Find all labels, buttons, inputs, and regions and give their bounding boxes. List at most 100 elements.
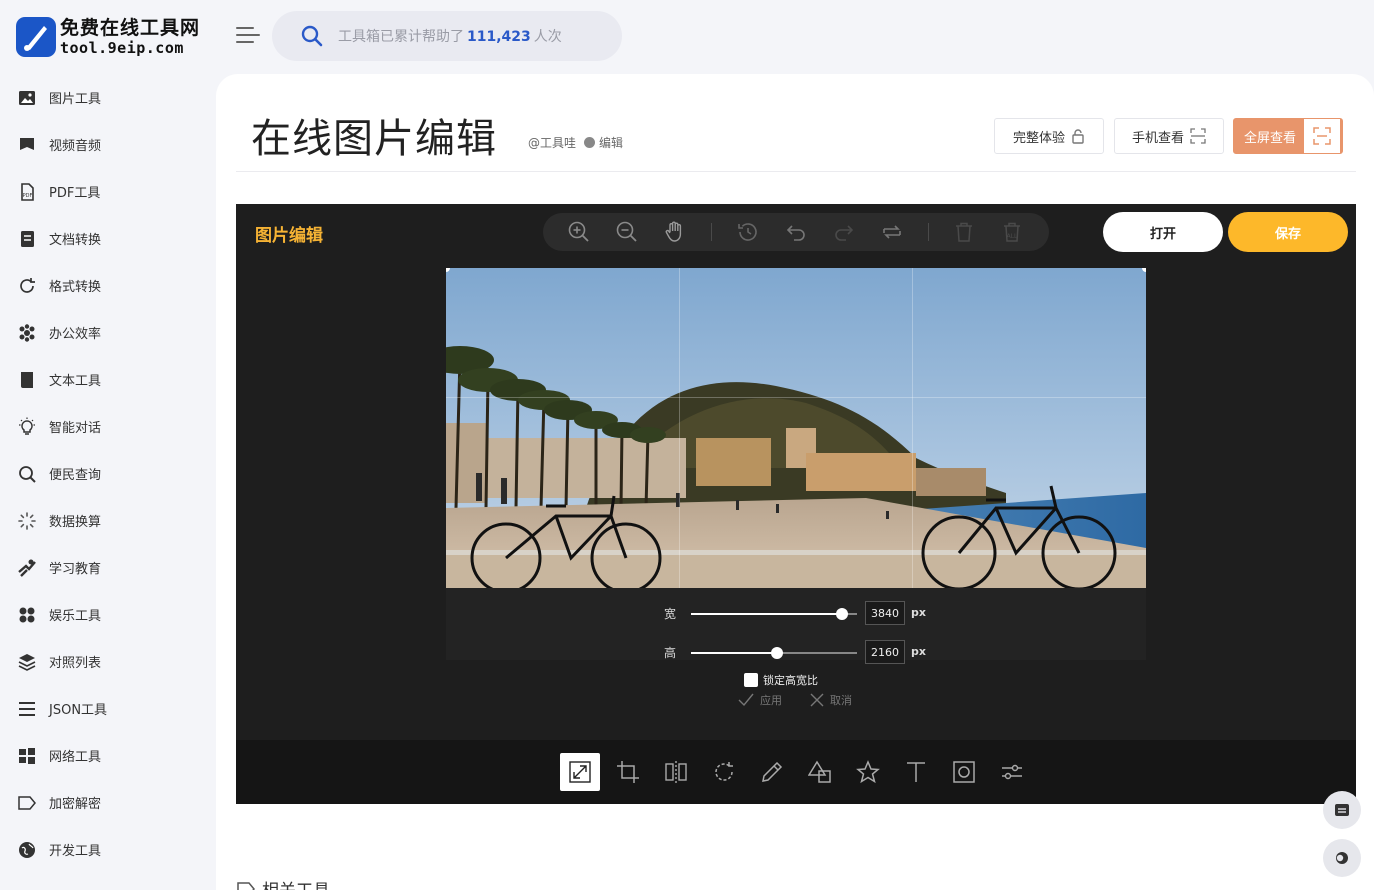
sidebar-item[interactable]: 网络工具 [0, 732, 216, 779]
lightbulb-icon [19, 417, 35, 435]
crop-tool[interactable] [608, 753, 648, 791]
apply-button[interactable]: 应用 [738, 692, 782, 708]
height-slider-thumb[interactable] [771, 647, 784, 659]
header-divider [236, 171, 1356, 172]
width-unit: px [911, 606, 926, 619]
sidebar-item[interactable]: 智能对话 [0, 403, 216, 450]
editor-bottom-toolbar [236, 740, 1356, 804]
site-logo[interactable]: 免费在线工具网 tool.9eip.com [16, 16, 200, 58]
width-slider[interactable] [691, 608, 857, 620]
sidebar-item[interactable]: 学习教育 [0, 544, 216, 591]
image-editor: 图片编辑 ALL 打开 保存 宽 3840 px 高 2160 px 锁定高宽比… [236, 204, 1356, 804]
height-input[interactable]: 2160 [865, 640, 905, 664]
save-button[interactable]: 保存 [1228, 212, 1348, 252]
width-slider-thumb[interactable] [836, 608, 849, 620]
sidebar-item[interactable]: 图片工具 [0, 74, 216, 121]
cancel-button[interactable]: 取消 [810, 692, 852, 708]
image-canvas[interactable] [446, 268, 1146, 588]
search-placeholder: 工具箱已累计帮助了 111,423 人次 [338, 29, 562, 45]
delete-icon[interactable] [952, 220, 976, 244]
lock-aspect-checkbox[interactable]: 锁定高宽比 [744, 672, 818, 688]
sidebar-item-label: 格式转换 [49, 280, 102, 295]
sidebar-item-label: 数据换算 [49, 515, 102, 530]
sidebar-item-label: JSON工具 [49, 703, 108, 718]
sidebar-item[interactable]: 数据换算 [0, 497, 216, 544]
refresh-icon [20, 277, 35, 293]
undo-icon[interactable] [784, 220, 808, 244]
search-bar[interactable]: 工具箱已累计帮助了 111,423 人次 [272, 11, 622, 61]
theme-toggle-button[interactable] [1323, 839, 1361, 877]
sidebar-item[interactable]: 娱乐工具 [0, 591, 216, 638]
lock-aspect-label: 锁定高宽比 [763, 674, 818, 687]
width-label: 宽 [664, 607, 677, 621]
grid-line [679, 268, 680, 588]
height-label: 高 [664, 646, 677, 660]
sidebar-item[interactable]: 文本工具 [0, 356, 216, 403]
moon-icon [1336, 852, 1348, 864]
close-icon [810, 693, 824, 707]
apps-icon [19, 607, 35, 622]
message-icon [1335, 804, 1349, 816]
list-icon [19, 701, 35, 716]
sidebar-item[interactable]: 开发工具 [0, 826, 216, 873]
edit-link[interactable]: 编辑 [584, 134, 623, 151]
windows-icon [19, 747, 35, 764]
sidebar-item[interactable]: 加密解密 [0, 779, 216, 826]
icon-tool[interactable] [848, 753, 888, 791]
redo-icon[interactable] [832, 220, 856, 244]
delete-all-icon[interactable]: ALL [1000, 220, 1024, 244]
resize-tool[interactable] [560, 753, 600, 791]
rotate-tool[interactable] [704, 753, 744, 791]
sidebar-item-label: 网络工具 [49, 750, 102, 765]
fullscreen-button[interactable]: 全屏查看 [1233, 118, 1343, 154]
filter-icon [1002, 764, 1022, 780]
page-title: 在线图片编辑 [251, 116, 497, 162]
star-icon [856, 760, 880, 784]
text-tool[interactable] [896, 753, 936, 791]
sidebar-item[interactable]: 便民查询 [0, 450, 216, 497]
sidebar-item[interactable]: 文档转换 [0, 215, 216, 262]
sidebar-item[interactable]: JSON工具 [0, 685, 216, 732]
beach-photo [446, 268, 1146, 588]
help-count: 111,423 [467, 29, 531, 45]
lock-icon [1072, 129, 1084, 144]
sidebar-item[interactable]: PDF PDF工具 [0, 168, 216, 215]
mask-icon [953, 761, 975, 783]
grid-line [446, 397, 1146, 398]
height-slider-row: 高 2160 px [446, 640, 1146, 666]
full-experience-button[interactable]: 完整体验 [994, 118, 1104, 154]
history-icon[interactable] [736, 220, 760, 244]
sidebar-item-label: 视频音频 [49, 139, 102, 154]
zoom-out-icon[interactable] [615, 220, 639, 244]
checkbox-box[interactable] [744, 673, 758, 687]
shape-tool[interactable] [800, 753, 840, 791]
flip-icon [665, 761, 687, 783]
sidebar-item[interactable]: 对照列表 [0, 638, 216, 685]
editor-toolbar: ALL [543, 213, 1049, 251]
mask-tool[interactable] [944, 753, 984, 791]
reset-icon[interactable] [880, 220, 904, 244]
open-button[interactable]: 打开 [1103, 212, 1223, 252]
svg-text:PDF: PDF [23, 193, 33, 199]
author-link[interactable]: @工具哇 [528, 134, 576, 151]
sidebar-item[interactable]: 视频音频 [0, 121, 216, 168]
height-slider[interactable] [691, 647, 857, 659]
draw-tool[interactable] [752, 753, 792, 791]
related-tools-heading: 相关工具 [236, 876, 330, 890]
byline: @工具哇 编辑 [528, 134, 623, 151]
pdf-icon: PDF [21, 182, 34, 201]
feedback-button[interactable] [1323, 791, 1361, 829]
width-input[interactable]: 3840 [865, 601, 905, 625]
image-icon [19, 90, 35, 105]
zoom-in-icon[interactable] [567, 220, 591, 244]
sidebar-item-label: 文档转换 [49, 233, 102, 248]
mobile-view-button[interactable]: 手机查看 [1114, 118, 1224, 154]
sidebar-item[interactable]: 格式转换 [0, 262, 216, 309]
hand-icon[interactable] [663, 220, 687, 244]
sidebar-item-label: 娱乐工具 [49, 609, 102, 624]
flip-tool[interactable] [656, 753, 696, 791]
menu-icon[interactable] [236, 25, 260, 45]
filter-tool[interactable] [992, 753, 1032, 791]
layers-icon [18, 653, 36, 671]
sidebar-item[interactable]: 办公效率 [0, 309, 216, 356]
